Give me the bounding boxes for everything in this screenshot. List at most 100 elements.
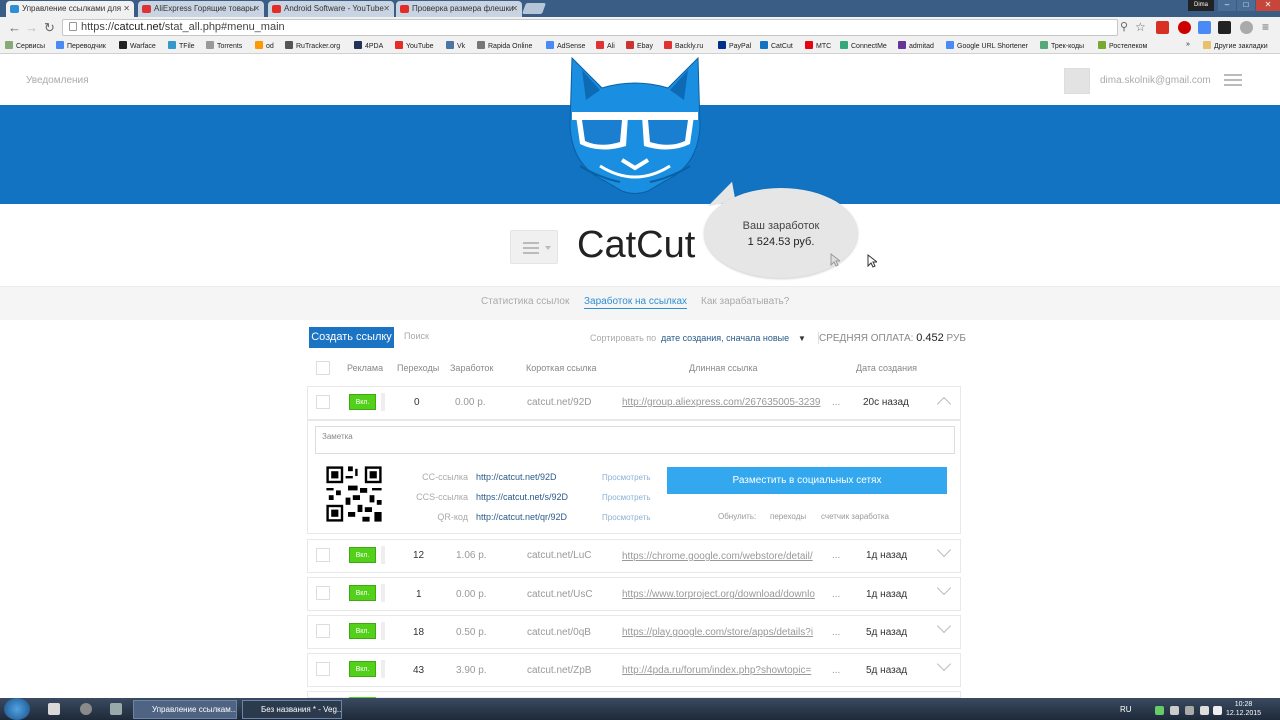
bookmarks-overflow-icon[interactable]: » bbox=[1186, 41, 1190, 48]
network-icon[interactable] bbox=[1200, 706, 1209, 715]
bookmark-item[interactable]: Ebay bbox=[626, 41, 653, 50]
close-tab-icon[interactable]: ✕ bbox=[123, 4, 130, 13]
long-link[interactable]: https://www.torproject.org/download/down… bbox=[622, 589, 822, 600]
bookmark-item[interactable]: YouTube bbox=[395, 41, 434, 50]
close-tab-icon[interactable]: ✕ bbox=[253, 4, 260, 13]
bookmark-item[interactable]: AdSense bbox=[546, 41, 585, 50]
user-email[interactable]: dima.skolnik@gmail.com bbox=[1100, 75, 1211, 86]
bookmark-item[interactable]: PayPal bbox=[718, 41, 751, 50]
column-header-long-link[interactable]: Длинная ссылка bbox=[689, 363, 758, 373]
bookmark-item[interactable]: ConnectMe bbox=[840, 41, 887, 50]
ad-toggle[interactable]: Вкл. bbox=[349, 394, 376, 410]
row-checkbox[interactable] bbox=[316, 624, 330, 638]
maximize-icon[interactable]: □ bbox=[1237, 0, 1255, 11]
ad-toggle[interactable]: Вкл. bbox=[349, 585, 376, 601]
tab-flash-check[interactable]: Проверка размера флешки ✕ bbox=[396, 1, 522, 17]
settings-icon[interactable] bbox=[110, 703, 122, 715]
qr-code-view[interactable]: Просмотреть bbox=[602, 513, 651, 522]
row-checkbox[interactable] bbox=[316, 662, 330, 676]
long-link[interactable]: https://play.google.com/store/apps/detai… bbox=[622, 627, 822, 638]
bookmark-item[interactable]: Ростелеком bbox=[1098, 41, 1147, 50]
hamburger-menu-icon[interactable] bbox=[1224, 74, 1242, 89]
media-icon[interactable] bbox=[80, 703, 92, 715]
tray-icon[interactable] bbox=[1155, 706, 1164, 715]
other-bookmarks[interactable]: Другие закладки bbox=[1203, 41, 1268, 50]
ccs-link-url[interactable]: https://catcut.net/s/92D bbox=[476, 492, 568, 502]
chrome-menu-icon[interactable]: ≡ bbox=[1262, 20, 1269, 35]
column-header-created[interactable]: Дата создания bbox=[856, 363, 917, 373]
column-header-clicks[interactable]: Переходы bbox=[397, 363, 439, 373]
bookmark-item[interactable]: Vk bbox=[446, 41, 465, 50]
reload-icon[interactable]: ↻ bbox=[44, 20, 55, 35]
address-bar[interactable]: https://catcut.net/stat_all.php#menu_mai… bbox=[62, 19, 1118, 36]
location-icon[interactable]: ⚲ bbox=[1120, 20, 1128, 35]
bookmark-item[interactable]: TFile bbox=[168, 41, 195, 50]
long-link[interactable]: http://4pda.ru/forum/index.php?showtopic… bbox=[622, 665, 822, 676]
volume-icon[interactable] bbox=[1213, 706, 1222, 715]
forward-icon[interactable]: → bbox=[25, 20, 38, 35]
extension-icon[interactable] bbox=[1218, 21, 1231, 34]
tab-link-stats[interactable]: Статистика ссылок bbox=[481, 296, 569, 307]
gmail-icon[interactable] bbox=[1156, 21, 1169, 34]
table-row[interactable] bbox=[307, 691, 961, 698]
new-tab-button[interactable] bbox=[521, 3, 547, 14]
sort-select[interactable]: дате создания, сначала новые bbox=[661, 333, 789, 343]
close-tab-icon[interactable]: ✕ bbox=[511, 4, 518, 13]
bookmark-item[interactable]: МТС bbox=[805, 41, 831, 50]
menu-toggle-button[interactable] bbox=[510, 230, 558, 264]
adblock-icon[interactable] bbox=[1178, 21, 1191, 34]
bookmark-item[interactable]: Ali bbox=[596, 41, 615, 50]
notifications-link[interactable]: Уведомления bbox=[26, 75, 89, 86]
short-link[interactable]: catcut.net/LuC bbox=[527, 550, 591, 561]
short-link[interactable]: catcut.net/0qB bbox=[527, 627, 591, 638]
short-link[interactable]: catcut.net/UsC bbox=[527, 589, 593, 600]
back-icon[interactable]: ← bbox=[8, 20, 21, 35]
select-all-checkbox[interactable] bbox=[316, 361, 330, 375]
short-link[interactable]: catcut.net/ZpB bbox=[527, 665, 591, 676]
short-link[interactable]: catcut.net/92D bbox=[527, 397, 591, 408]
share-social-button[interactable]: Разместить в социальных сетях bbox=[667, 467, 947, 494]
close-window-icon[interactable]: ✕ bbox=[1256, 0, 1280, 11]
clock[interactable]: 10:28 12.12.2015 bbox=[1226, 700, 1261, 718]
bookmark-item[interactable]: Torrents bbox=[206, 41, 242, 50]
minimize-icon[interactable]: – bbox=[1218, 0, 1236, 11]
tray-icon[interactable] bbox=[1185, 706, 1194, 715]
tab-catcut[interactable]: Управление ссылками для ✕ bbox=[6, 1, 134, 17]
long-link[interactable]: http://group.aliexpress.com/267635005-32… bbox=[622, 397, 822, 408]
sort-caret-icon[interactable]: ▼ bbox=[798, 334, 806, 343]
profile-button[interactable]: Dima bbox=[1188, 0, 1214, 11]
bookmark-item[interactable]: 4PDA bbox=[354, 41, 383, 50]
close-tab-icon[interactable]: ✕ bbox=[383, 4, 390, 13]
reset-earnings-link[interactable]: счетчик заработка bbox=[821, 512, 889, 521]
note-field[interactable]: Заметка bbox=[315, 426, 955, 454]
extension-icon[interactable] bbox=[1198, 21, 1211, 34]
avatar[interactable] bbox=[1064, 68, 1090, 94]
tab-earnings[interactable]: Заработок на ссылках bbox=[584, 296, 688, 309]
tab-aliexpress[interactable]: AliExpress Горящие товары ✕ bbox=[138, 1, 264, 17]
bookmark-item[interactable]: RuTracker.org bbox=[285, 41, 340, 50]
bookmark-star-icon[interactable]: ☆ bbox=[1135, 20, 1146, 35]
qr-code-url[interactable]: http://catcut.net/qr/92D bbox=[476, 512, 567, 522]
column-header-short-link[interactable]: Короткая ссылка bbox=[526, 363, 597, 373]
reset-clicks-link[interactable]: переходы bbox=[770, 512, 806, 521]
row-checkbox[interactable] bbox=[316, 586, 330, 600]
cc-link-view[interactable]: Просмотреть bbox=[602, 473, 651, 482]
cc-link-url[interactable]: http://catcut.net/92D bbox=[476, 472, 557, 482]
long-link[interactable]: https://chrome.google.com/webstore/detai… bbox=[622, 551, 822, 562]
bookmark-item[interactable]: Переводчик bbox=[56, 41, 106, 50]
start-button-icon[interactable] bbox=[4, 698, 30, 720]
ccs-link-view[interactable]: Просмотреть bbox=[602, 493, 651, 502]
bookmark-item[interactable]: Backly.ru bbox=[664, 41, 703, 50]
bookmark-item[interactable]: Warface bbox=[119, 41, 156, 50]
taskbar-vegas-button[interactable]: Без названия * - Veg... bbox=[242, 700, 342, 719]
row-checkbox[interactable] bbox=[316, 548, 330, 562]
taskbar-chrome-button[interactable]: Управление ссылкам... bbox=[133, 700, 237, 719]
column-header-ads[interactable]: Реклама bbox=[347, 363, 383, 373]
bookmark-item[interactable]: od bbox=[255, 41, 274, 50]
bookmark-item[interactable]: CatCut bbox=[760, 41, 793, 50]
globe-icon[interactable] bbox=[1240, 21, 1253, 34]
apps-icon[interactable]: Сервисы bbox=[5, 41, 45, 50]
bookmark-item[interactable]: Трек-коды bbox=[1040, 41, 1084, 50]
tab-how-to-earn[interactable]: Как зарабатывать? bbox=[701, 296, 789, 307]
bookmark-item[interactable]: Google URL Shortener bbox=[946, 41, 1028, 50]
